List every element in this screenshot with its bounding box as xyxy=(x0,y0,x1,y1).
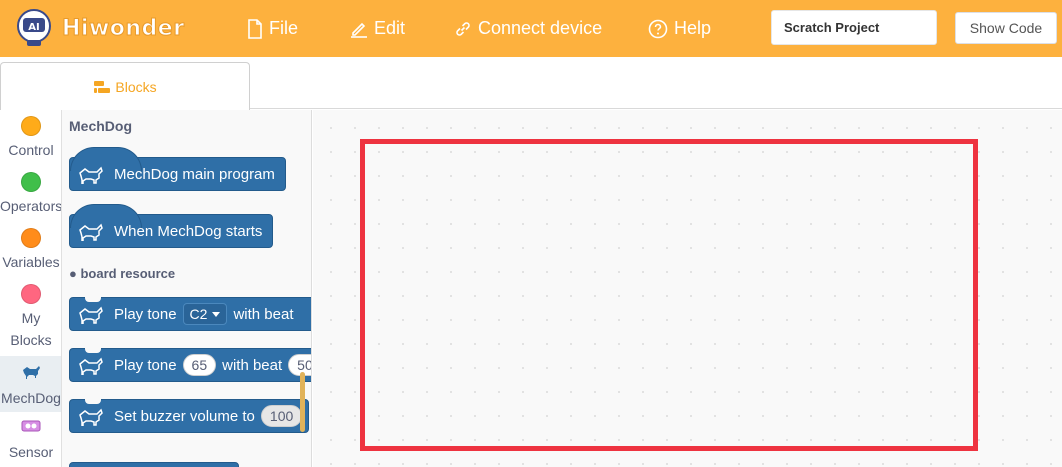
project-name-input[interactable] xyxy=(771,10,937,45)
connect-device-menu[interactable]: Connect device xyxy=(454,0,602,57)
pencil-icon xyxy=(351,22,367,38)
category-label: Operators xyxy=(0,198,62,214)
tab-blocks-label: Blocks xyxy=(115,78,157,95)
category-label: Variables xyxy=(2,254,60,270)
when-mechdog-starts-block[interactable]: When MechDog starts xyxy=(69,204,274,248)
dog-icon xyxy=(0,364,61,384)
note-dropdown[interactable]: C2 xyxy=(182,303,228,325)
block-label: MechDog main program xyxy=(114,165,275,183)
block-flyout: MechDog MechDog main program When MechDo… xyxy=(62,110,312,467)
help-menu[interactable]: Help xyxy=(648,0,711,57)
sensor-icon xyxy=(0,418,61,438)
category-variables[interactable]: Variables xyxy=(0,228,61,273)
help-menu-label: Help xyxy=(674,18,712,38)
block-notch xyxy=(85,348,101,353)
play-tone-number-block[interactable]: Play tone 65 with beat 50 xyxy=(69,348,311,382)
tab-bar: Blocks xyxy=(0,57,1062,110)
variables-color-dot xyxy=(21,228,41,248)
tab-blocks[interactable]: Blocks xyxy=(0,62,250,110)
block-suffix-label: with beat xyxy=(222,356,283,374)
category-control[interactable]: Control xyxy=(0,116,61,161)
category-label-line2: Blocks xyxy=(10,332,52,348)
block-prefix-label: Play tone xyxy=(114,356,177,374)
category-label-line1: My xyxy=(21,310,41,326)
control-color-dot xyxy=(21,116,41,136)
block-prefix-label: Set buzzer volume to xyxy=(114,407,255,425)
ai-robot-icon: AI xyxy=(14,9,54,47)
tone-value-input[interactable]: 65 xyxy=(182,354,217,376)
file-menu-label: File xyxy=(269,18,299,38)
dog-icon xyxy=(79,408,103,426)
dog-icon xyxy=(79,306,103,324)
block-label: When MechDog starts xyxy=(114,222,263,240)
hiwonder-logo[interactable]: AI Hiwonder xyxy=(14,9,185,47)
dog-icon xyxy=(79,223,103,241)
top-bar: AI Hiwonder File Edit Connect device Hel… xyxy=(0,0,1062,57)
link-icon xyxy=(456,21,470,36)
file-icon xyxy=(248,18,262,39)
block-notch xyxy=(85,399,101,404)
chevron-down-icon xyxy=(212,311,221,317)
category-menu: Control Operators Variables My Blocks Me… xyxy=(0,110,62,467)
flyout-scrollbar[interactable] xyxy=(300,372,305,432)
volume-value-input[interactable]: 100 xyxy=(260,405,303,427)
block-suffix-label: with beat xyxy=(233,305,294,323)
flyout-section-title: MechDog xyxy=(69,118,132,134)
svg-text:AI: AI xyxy=(28,22,39,33)
block-prefix-label: Play tone xyxy=(114,305,177,323)
dog-icon xyxy=(79,166,103,184)
category-my-blocks[interactable]: My Blocks xyxy=(0,284,61,351)
show-code-button[interactable]: Show Code xyxy=(955,12,1057,44)
block-notch xyxy=(85,297,101,302)
partial-block[interactable] xyxy=(69,462,239,467)
note-dropdown-value: C2 xyxy=(189,306,208,322)
mechdog-main-program-block[interactable]: MechDog main program xyxy=(69,147,286,191)
play-tone-note-block[interactable]: Play tone C2 with beat xyxy=(69,297,311,331)
category-label: Sensor xyxy=(8,444,54,460)
edit-menu[interactable]: Edit xyxy=(350,0,405,57)
highlight-frame xyxy=(360,139,978,451)
edit-menu-label: Edit xyxy=(374,18,406,38)
category-sensor[interactable]: Sensor xyxy=(0,418,61,463)
connect-device-label: Connect device xyxy=(478,18,603,38)
category-label: Control xyxy=(8,142,54,158)
dog-icon xyxy=(79,357,103,375)
category-operators[interactable]: Operators xyxy=(0,172,62,217)
file-menu[interactable]: File xyxy=(247,0,298,57)
help-icon xyxy=(648,19,668,38)
category-label: MechDog xyxy=(1,390,61,406)
set-buzzer-volume-block[interactable]: Set buzzer volume to 100 xyxy=(69,399,309,433)
board-resource-label: ● board resource xyxy=(69,266,176,281)
blocks-icon xyxy=(94,80,111,93)
operators-color-dot xyxy=(21,172,41,192)
my-blocks-color-dot xyxy=(21,284,41,304)
category-mechdog[interactable]: MechDog xyxy=(0,356,61,412)
brand-name: Hiwonder xyxy=(62,15,185,41)
